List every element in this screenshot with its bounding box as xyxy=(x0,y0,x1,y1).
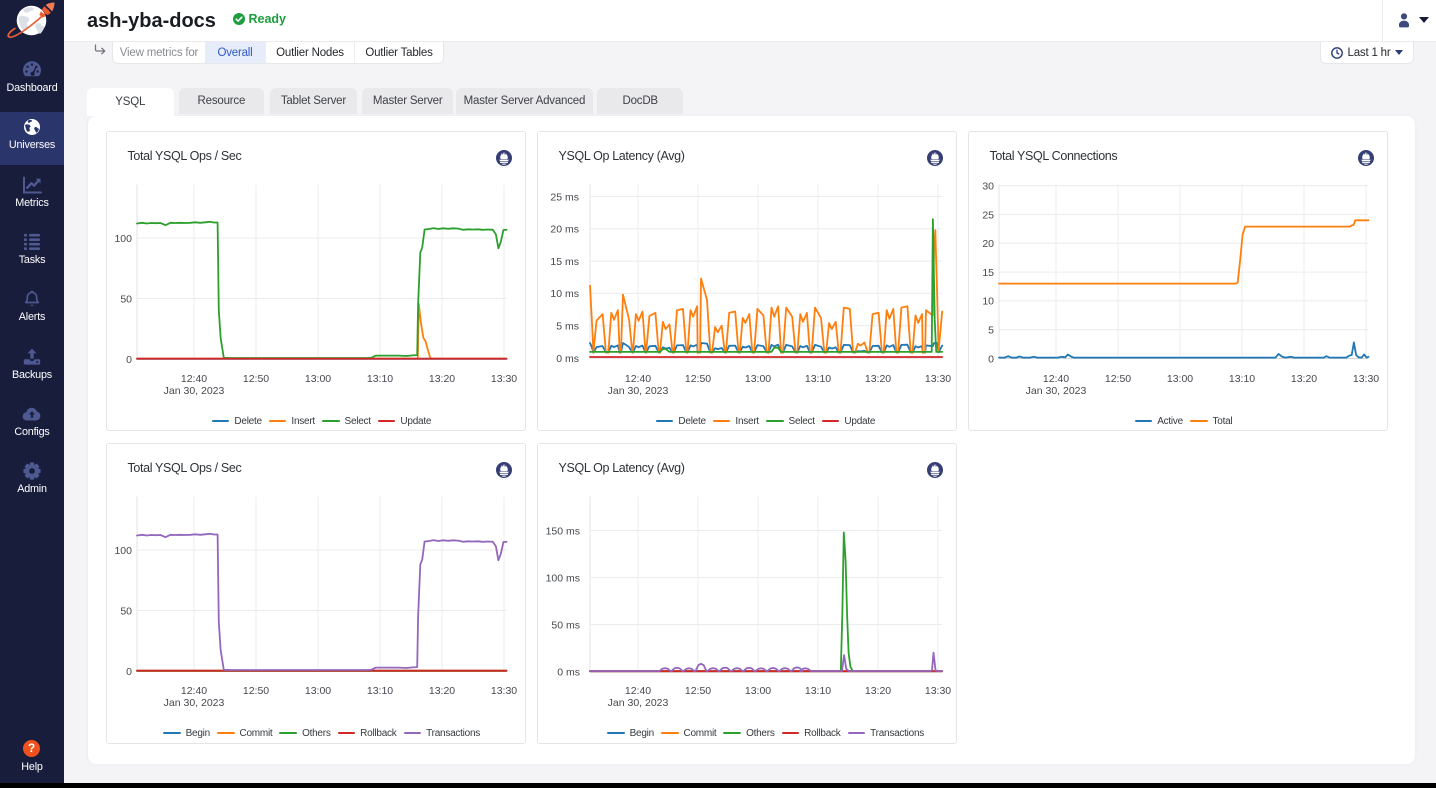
svg-text:25: 25 xyxy=(982,209,994,221)
svg-text:12:40: 12:40 xyxy=(624,685,650,697)
svg-text:13:30: 13:30 xyxy=(924,685,950,697)
svg-text:13:10: 13:10 xyxy=(1228,373,1254,385)
svg-text:Jan 30, 2023: Jan 30, 2023 xyxy=(1025,385,1086,397)
svg-text:12:50: 12:50 xyxy=(242,373,268,385)
svg-text:5 ms: 5 ms xyxy=(556,321,579,333)
svg-text:10 ms: 10 ms xyxy=(550,288,579,300)
svg-text:50: 50 xyxy=(120,293,132,305)
svg-text:13:00: 13:00 xyxy=(1166,373,1192,385)
svg-text:0 ms: 0 ms xyxy=(557,666,580,678)
svg-text:13:00: 13:00 xyxy=(304,685,330,697)
svg-text:0 ms: 0 ms xyxy=(556,353,579,365)
svg-text:0: 0 xyxy=(126,354,132,366)
svg-text:13:00: 13:00 xyxy=(304,373,330,385)
svg-text:10: 10 xyxy=(982,296,994,308)
svg-text:30: 30 xyxy=(982,181,994,193)
svg-text:13:20: 13:20 xyxy=(864,685,890,697)
svg-text:50 ms: 50 ms xyxy=(551,619,580,631)
svg-text:Jan 30, 2023: Jan 30, 2023 xyxy=(607,697,668,709)
svg-text:50: 50 xyxy=(120,605,132,617)
svg-text:12:50: 12:50 xyxy=(684,685,710,697)
svg-text:Jan 30, 2023: Jan 30, 2023 xyxy=(607,385,668,397)
svg-text:12:50: 12:50 xyxy=(242,685,268,697)
svg-text:13:30: 13:30 xyxy=(490,373,516,385)
svg-text:12:40: 12:40 xyxy=(624,373,650,385)
svg-text:12:40: 12:40 xyxy=(1042,373,1068,385)
svg-text:12:40: 12:40 xyxy=(180,373,206,385)
svg-text:100: 100 xyxy=(114,545,132,557)
svg-text:13:10: 13:10 xyxy=(804,685,830,697)
svg-text:Jan 30, 2023: Jan 30, 2023 xyxy=(163,697,224,709)
svg-text:13:20: 13:20 xyxy=(428,373,454,385)
svg-text:13:30: 13:30 xyxy=(490,685,516,697)
svg-text:25 ms: 25 ms xyxy=(550,191,579,203)
svg-text:13:10: 13:10 xyxy=(366,373,392,385)
svg-text:100 ms: 100 ms xyxy=(545,572,579,584)
svg-text:5: 5 xyxy=(988,325,994,337)
svg-text:13:30: 13:30 xyxy=(1352,373,1378,385)
svg-text:20 ms: 20 ms xyxy=(550,224,579,236)
svg-text:100: 100 xyxy=(114,233,132,245)
svg-text:15: 15 xyxy=(982,267,994,279)
svg-text:13:00: 13:00 xyxy=(744,373,770,385)
svg-text:150 ms: 150 ms xyxy=(545,525,579,537)
svg-text:13:10: 13:10 xyxy=(804,373,830,385)
svg-text:12:50: 12:50 xyxy=(1104,373,1130,385)
svg-text:15 ms: 15 ms xyxy=(550,256,579,268)
svg-text:13:20: 13:20 xyxy=(864,373,890,385)
svg-text:20: 20 xyxy=(982,238,994,250)
svg-text:0: 0 xyxy=(126,666,132,678)
svg-text:12:40: 12:40 xyxy=(180,685,206,697)
svg-text:12:50: 12:50 xyxy=(684,373,710,385)
svg-text:0: 0 xyxy=(988,353,994,365)
svg-text:Jan 30, 2023: Jan 30, 2023 xyxy=(163,385,224,397)
svg-text:13:00: 13:00 xyxy=(744,685,770,697)
svg-text:13:20: 13:20 xyxy=(1290,373,1316,385)
svg-text:13:10: 13:10 xyxy=(366,685,392,697)
svg-text:13:20: 13:20 xyxy=(428,685,454,697)
svg-text:13:30: 13:30 xyxy=(924,373,950,385)
